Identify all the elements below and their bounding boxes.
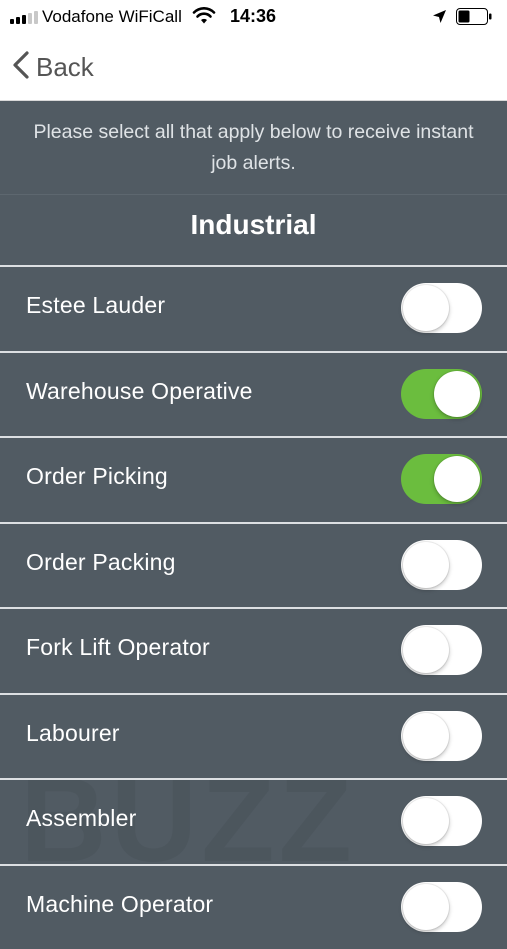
job-category-row: Order Picking [0,436,507,521]
alert-toggle-switch[interactable] [401,368,482,419]
alert-toggle-switch[interactable] [401,796,482,846]
job-category-label: Order Picking [26,463,168,489]
job-category-row: Machine Operator [0,863,507,949]
toggle-knob [434,370,480,417]
alerts-content: BUZZ Please select all that apply below … [0,101,507,932]
toggle-knob [403,541,449,588]
job-category-row: Assembler [0,778,507,863]
job-category-row: Estee Lauder [0,265,507,350]
back-label: Back [36,52,94,82]
job-category-label: Fork Lift Operator [26,634,210,660]
back-button[interactable]: Back [12,50,94,85]
status-bar: Vodafone WiFiCall 14:36 [0,0,507,34]
carrier-name: Vodafone WiFiCall [42,7,182,26]
alert-toggle-switch[interactable] [401,625,482,675]
job-category-label: Machine Operator [26,890,214,917]
toggle-knob [403,798,449,844]
toggle-knob [403,285,449,331]
alert-toggle-switch[interactable] [401,454,482,504]
job-category-label: Estee Lauder [26,292,166,318]
status-time: 14:36 [230,6,277,26]
job-category-row: Order Packing [0,521,507,607]
battery-icon [456,8,492,25]
divider [0,194,507,195]
signal-icon [10,11,38,24]
job-category-label: Order Packing [26,548,176,575]
alert-toggle-switch[interactable] [401,283,482,333]
job-category-label: Warehouse Operative [26,377,253,404]
toggle-knob [403,883,449,930]
chevron-left-icon [12,50,30,85]
toggle-knob [403,627,449,673]
intro-text: Please select all that apply below to re… [33,121,474,174]
wifi-icon [192,7,216,30]
toggle-knob [434,456,480,502]
job-category-row: Fork Lift Operator [0,607,507,692]
job-category-row: Labourer [0,692,507,778]
job-category-row: Warehouse Operative [0,350,507,436]
alert-toggle-switch[interactable] [401,710,482,761]
job-category-label: Assembler [26,805,137,831]
section-title: Industrial [190,209,317,240]
location-arrow-icon [432,9,447,29]
alert-toggle-switch[interactable] [401,881,482,932]
job-category-label: Labourer [26,719,120,746]
alert-toggle-switch[interactable] [401,539,482,590]
navigation-bar: Back [0,34,507,101]
toggle-knob [403,712,449,759]
